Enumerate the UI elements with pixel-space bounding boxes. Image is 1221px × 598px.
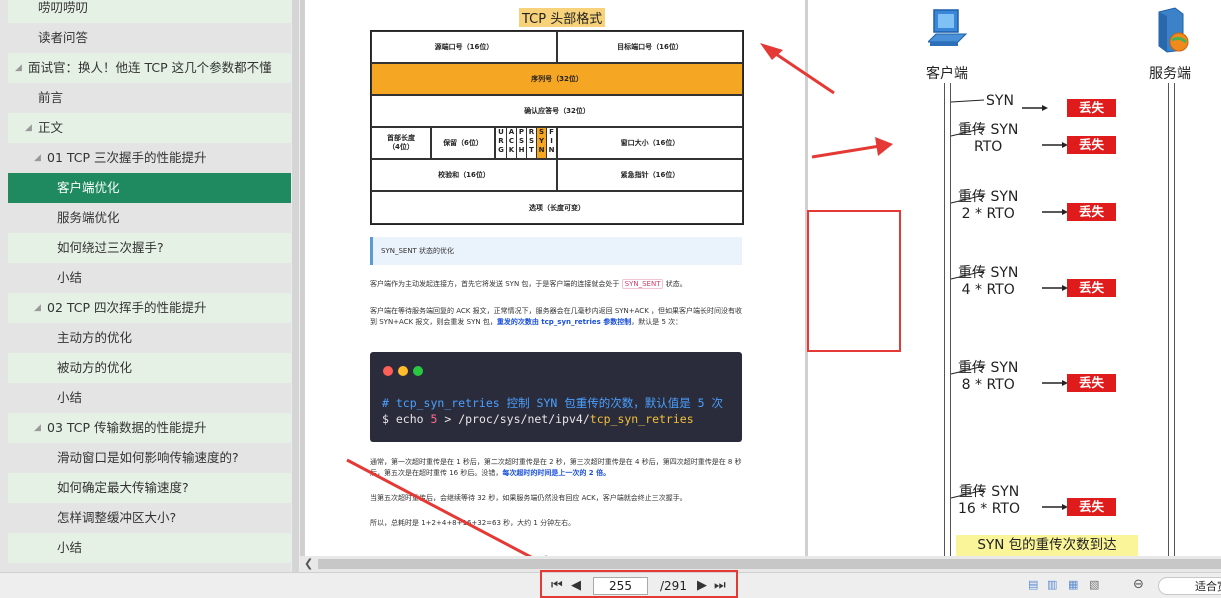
page-nav-highlight bbox=[540, 570, 738, 598]
book-view-icon[interactable]: ▧ bbox=[1089, 579, 1101, 591]
annotation-arrow-2-head bbox=[875, 137, 893, 156]
continuous-view-icon[interactable]: ▦ bbox=[1068, 579, 1080, 591]
single-page-view-icon[interactable]: ▤ bbox=[1028, 579, 1040, 591]
horizontal-scrollbar-thumb[interactable] bbox=[318, 559, 1221, 569]
annotation-arrow-1 bbox=[769, 48, 835, 95]
horizontal-scrollbar[interactable]: ❮ bbox=[300, 556, 1221, 572]
annotation-rectangle bbox=[807, 210, 901, 352]
zoom-out-icon[interactable]: ⊖ bbox=[1133, 578, 1145, 591]
annotation-arrows bbox=[346, 43, 893, 573]
annotation-arrow-2 bbox=[811, 144, 881, 159]
annotation-arrow-3 bbox=[346, 458, 549, 568]
two-page-view-icon[interactable]: ▥ bbox=[1047, 579, 1059, 591]
scroll-left-icon[interactable]: ❮ bbox=[304, 556, 313, 572]
zoom-fit-select[interactable]: 适合宽度 bbox=[1158, 577, 1221, 595]
